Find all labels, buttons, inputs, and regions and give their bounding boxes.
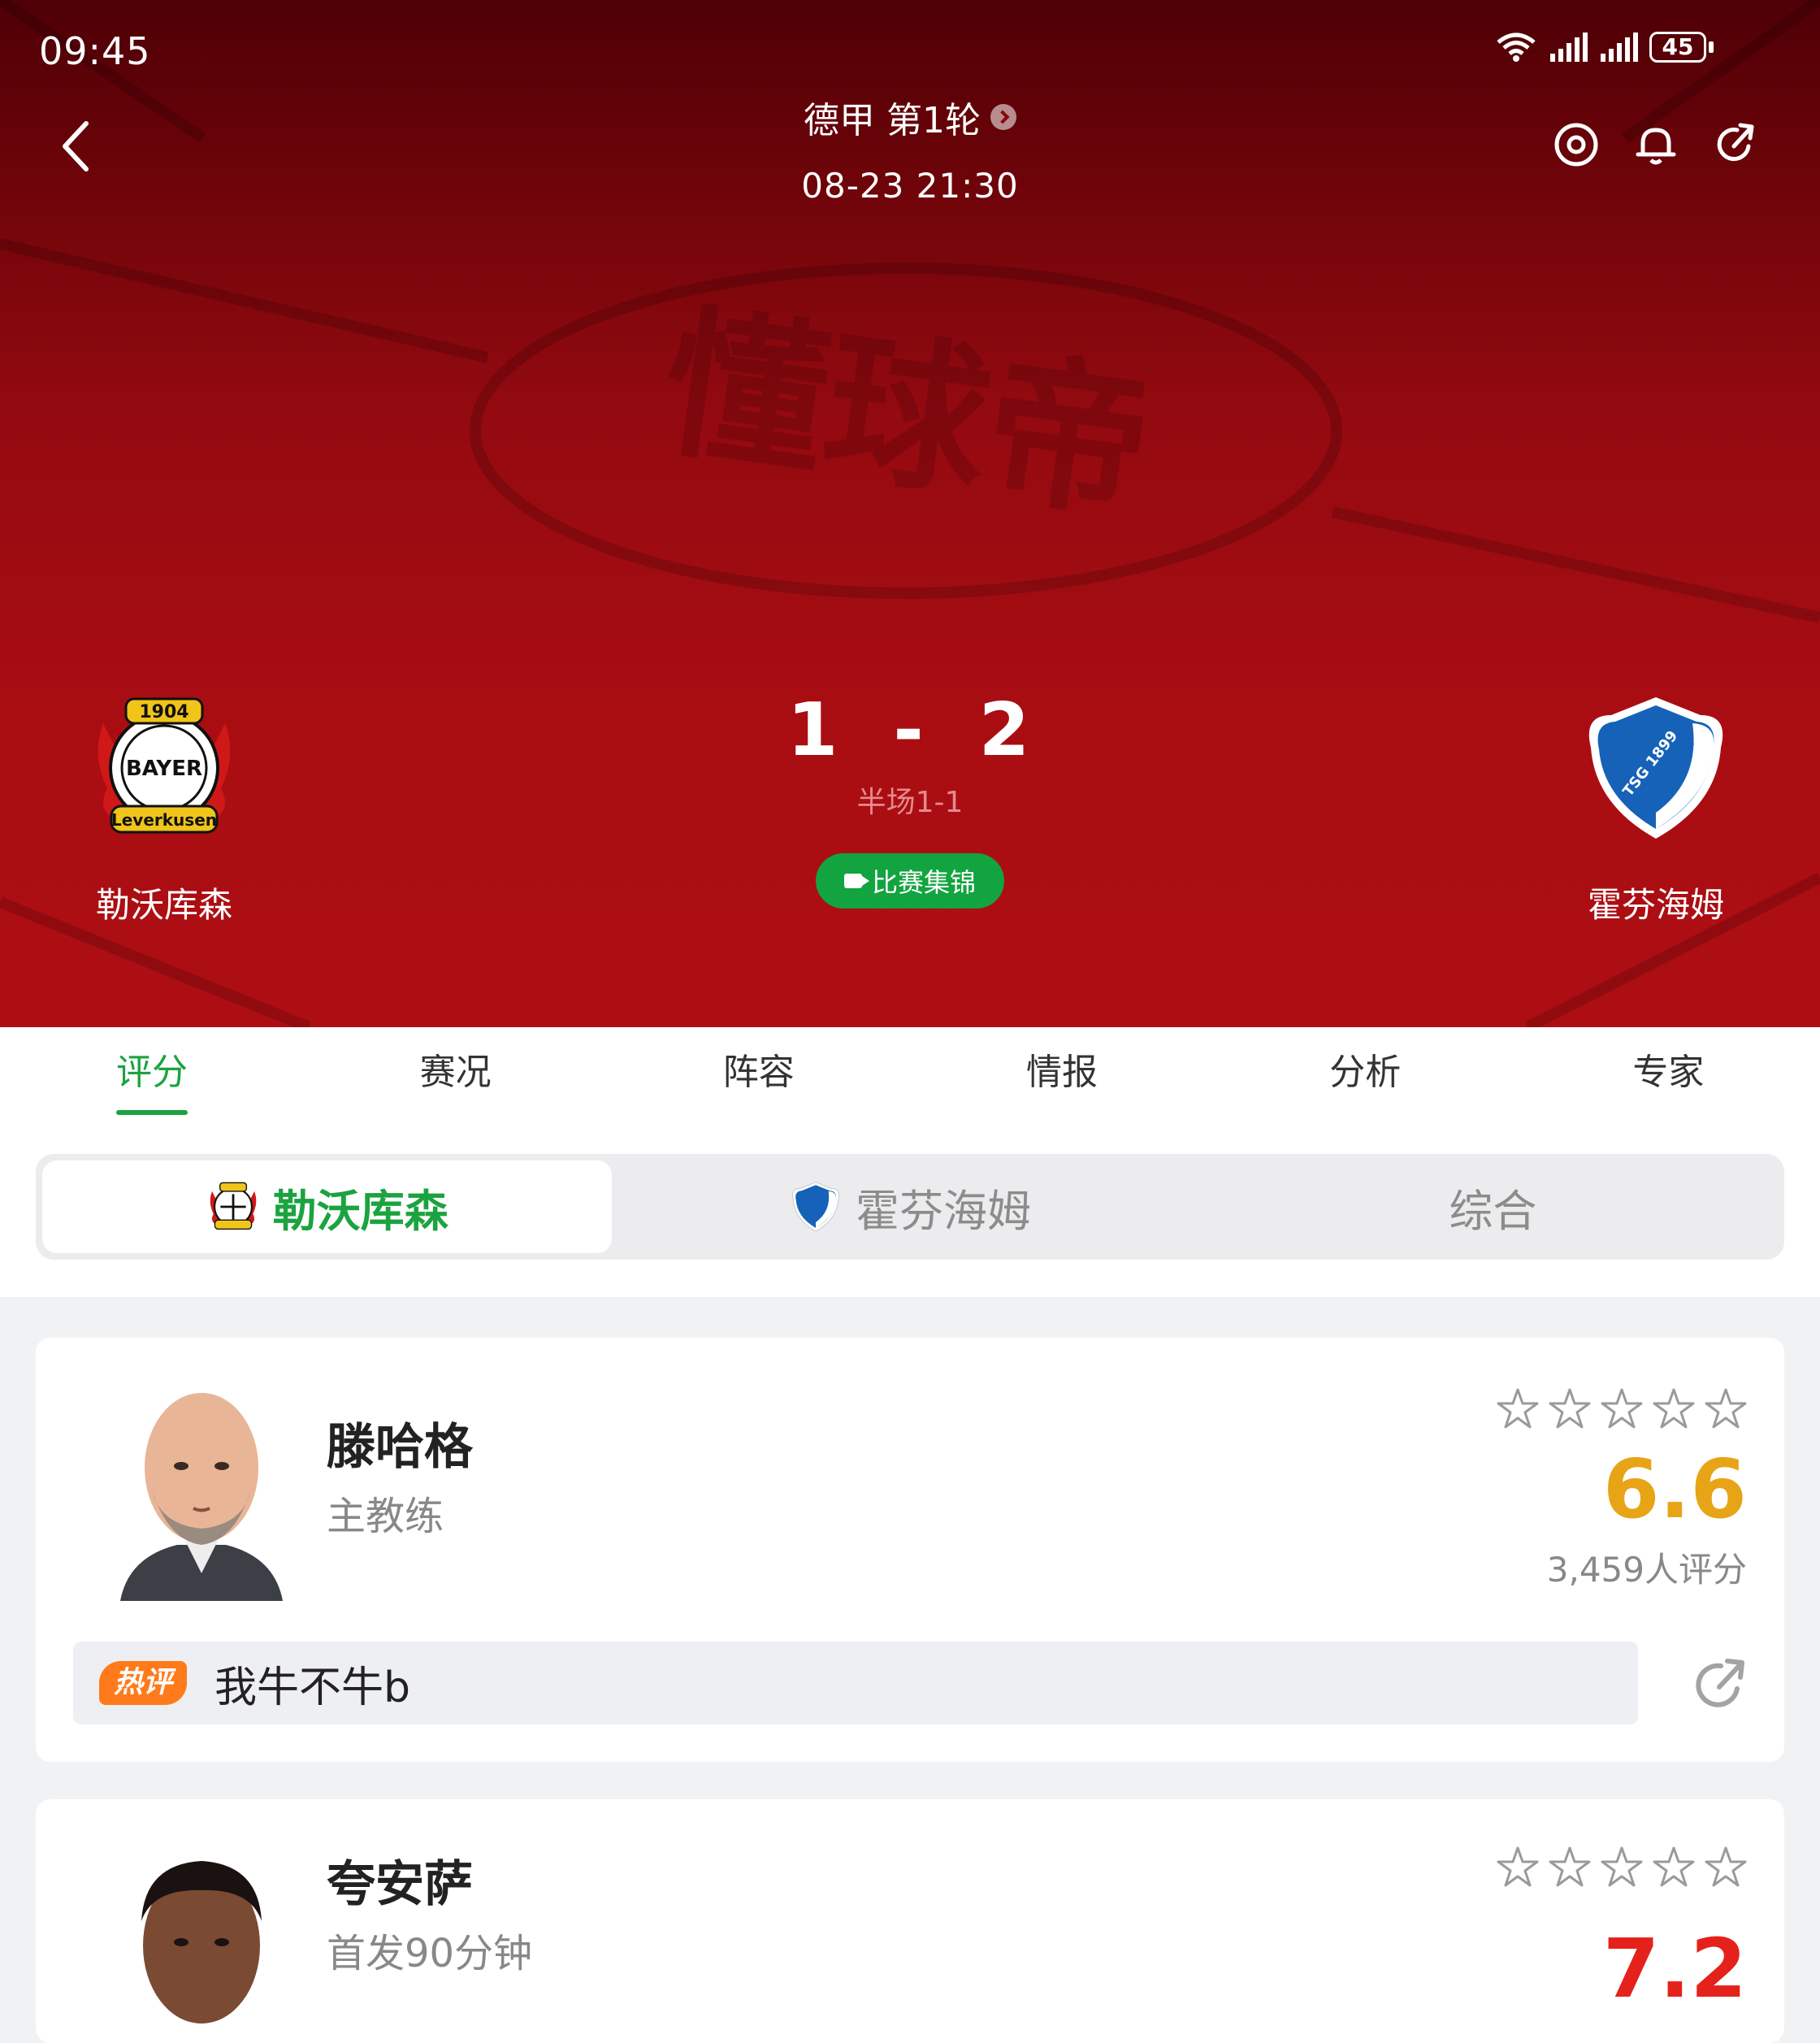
share-icon [1717,123,1754,162]
hot-comment[interactable]: 热评 我牛不牛b [73,1642,1638,1724]
rating-stars[interactable] [1495,1386,1748,1432]
away-score: 2 [978,688,1034,773]
share-button[interactable] [1713,122,1758,167]
segment-home-label: 勒沃库森 [272,1185,448,1237]
away-team-name: 霍芬海姆 [1587,885,1724,925]
segment-home[interactable]: 勒沃库森 [42,1160,613,1253]
star-icon[interactable] [1547,1386,1592,1432]
player-rating: 6.6 [1602,1442,1747,1537]
star-icon[interactable] [1599,1386,1644,1432]
video-camera-icon [843,874,869,888]
tab-live[interactable]: 赛况 [304,1027,607,1118]
hoffenheim-logo-small [791,1182,840,1232]
player-rating: 7.2 [1602,1921,1747,2016]
signal-icon-2 [1601,33,1638,62]
player-photo [104,1832,299,2043]
league-round: 德甲 第1轮 [804,100,981,141]
hoffenheim-logo: TSG 1899 Hoffenheim [1588,697,1723,839]
share-icon[interactable] [1690,1656,1748,1715]
watch-button[interactable] [1554,122,1599,167]
away-team[interactable]: TSG 1899 Hoffenheim 霍芬海姆 [1550,691,1762,927]
battery-icon: 45 [1649,32,1714,63]
tab-rating[interactable]: 评分 [0,1027,304,1118]
star-icon[interactable] [1599,1845,1644,1890]
score-separator: - [893,688,927,773]
signal-icon [1550,33,1588,62]
match-header: 懂球帝 09:45 45 德甲 第1轮 08-23 21:30 1904 BAY… [0,0,1820,1027]
star-icon[interactable] [1651,1845,1696,1890]
hot-comment-badge: 热评 [99,1661,187,1705]
watermark-text: 懂球帝 [652,288,1162,543]
tab-lineup[interactable]: 阵容 [607,1027,910,1118]
kickoff-time: 08-23 21:30 [801,166,1019,206]
tab-analysis[interactable]: 分析 [1214,1027,1517,1118]
tab-intel[interactable]: 情报 [910,1027,1213,1118]
status-time: 09:45 [39,29,151,73]
segment-away-label: 霍芬海姆 [855,1185,1031,1237]
player-role: 主教练 [327,1494,444,1539]
hot-comment-text: 我牛不牛b [214,1663,411,1712]
status-bar: 09:45 45 [0,0,1820,106]
star-icon[interactable] [1703,1845,1748,1890]
star-icon[interactable] [1495,1386,1540,1432]
team-segment-control: 勒沃库森 霍芬海姆 综合 [36,1154,1784,1260]
league-link[interactable]: 德甲 第1轮 [804,91,1016,143]
home-score: 1 [786,688,842,773]
player-name: 滕哈格 [327,1419,473,1476]
header-actions [1554,122,1758,167]
match-title: 德甲 第1轮 08-23 21:30 [0,91,1820,206]
star-icon[interactable] [1547,1845,1592,1890]
player-name: 夸安萨 [327,1856,473,1913]
notify-button[interactable] [1633,122,1679,167]
rating-count: 3,459人评分 [1546,1550,1747,1590]
player-card[interactable]: 夸安萨 首发90分钟 7.2 [36,1799,1784,2043]
player-card[interactable]: 滕哈格 主教练 6.6 3,459人评分 热评 我牛不牛b [36,1338,1784,1762]
segment-away[interactable]: 霍芬海姆 [625,1160,1194,1253]
score: 1-2 [0,688,1820,773]
bell-icon [1636,128,1676,165]
rating-stars[interactable] [1495,1845,1748,1890]
leverkusen-logo-small [210,1182,256,1230]
segment-combined-label: 综合 [1449,1185,1537,1237]
status-icons: 45 [1495,31,1714,63]
wifi-icon [1497,33,1536,62]
star-icon[interactable] [1495,1845,1540,1890]
star-icon[interactable] [1703,1386,1748,1432]
tab-bar: 评分 赛况 阵容 情报 分析 专家 [0,1027,1820,1118]
highlights-label: 比赛集锦 [871,867,976,898]
player-role: 首发90分钟 [327,1931,533,1976]
star-icon[interactable] [1651,1386,1696,1432]
halftime-score: 半场1-1 [856,786,964,819]
target-icon [1554,123,1598,167]
home-team-name: 勒沃库森 [95,885,232,925]
chevron-right-icon [990,104,1016,130]
tab-experts[interactable]: 专家 [1517,1027,1820,1118]
segment-combined[interactable]: 综合 [1208,1160,1778,1253]
highlights-button[interactable]: 比赛集锦 [816,853,1004,909]
coach-photo [104,1370,299,1601]
